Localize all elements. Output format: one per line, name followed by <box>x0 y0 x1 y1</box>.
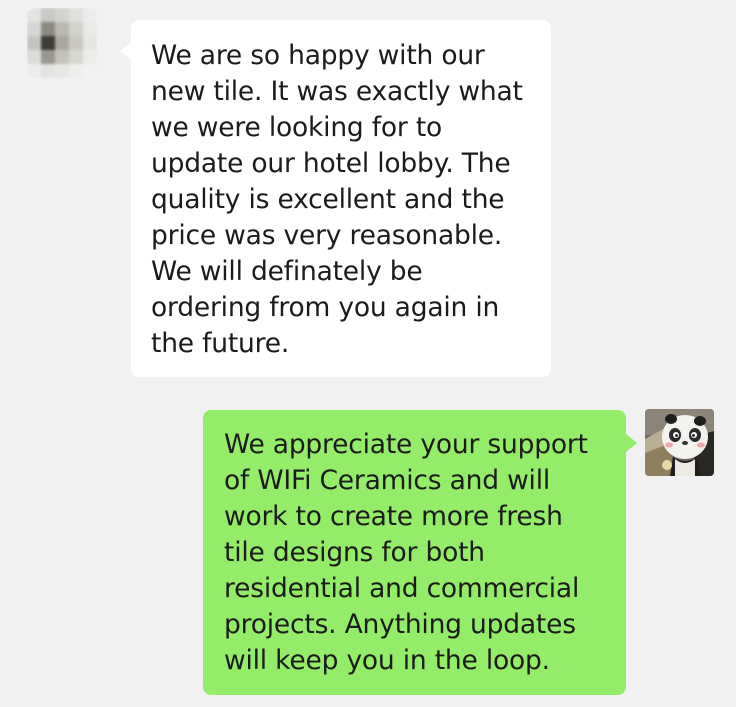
incoming-message-text: We are so happy with our new tile. It wa… <box>151 40 523 359</box>
outgoing-message-bubble[interactable]: We appreciate your support of WIFi Ceram… <box>203 410 637 695</box>
blurred-avatar-image <box>27 8 97 78</box>
user-avatar[interactable] <box>645 409 714 476</box>
panda-avatar-icon <box>645 409 714 476</box>
outgoing-message-text: We appreciate your support of WIFi Ceram… <box>224 429 588 676</box>
contact-avatar[interactable] <box>27 8 97 78</box>
incoming-message-bubble[interactable]: We are so happy with our new tile. It wa… <box>120 20 551 377</box>
